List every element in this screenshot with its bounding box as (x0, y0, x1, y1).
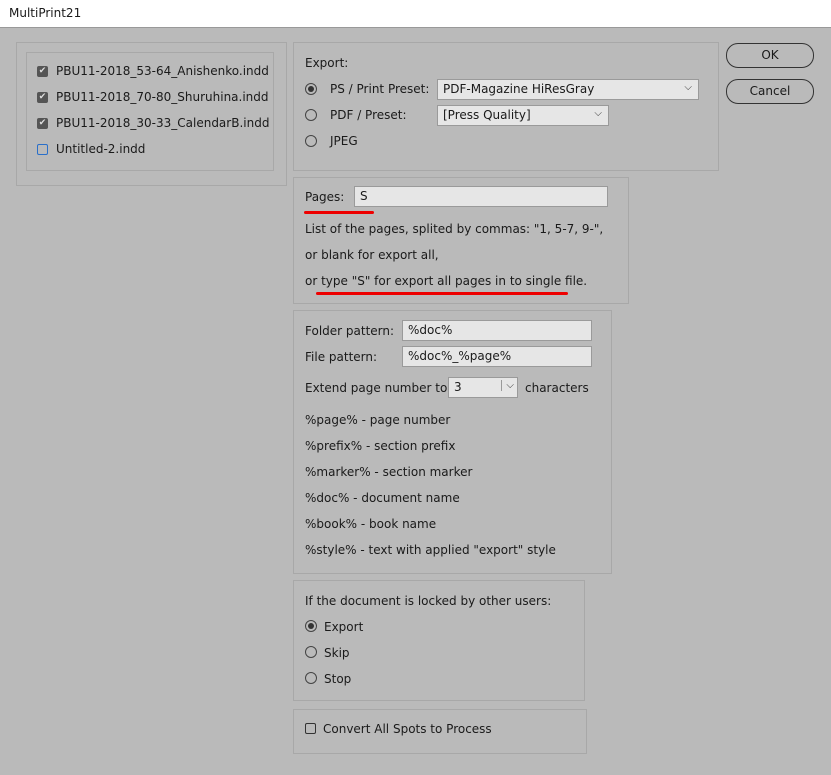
pdf-preset-select[interactable]: [Press Quality] ⌵ (437, 105, 609, 126)
checkbox-checked-icon[interactable]: ✔ (37, 66, 48, 77)
chevron-down-icon: ⌵ (684, 82, 692, 93)
file-pattern-input[interactable]: %doc%_%page% (402, 346, 592, 367)
cancel-button[interactable]: Cancel (726, 79, 814, 104)
pattern-legend-item: %doc% - document name (305, 491, 460, 505)
radio-export-label: Export (324, 620, 364, 634)
pages-label: Pages: (305, 190, 345, 204)
chevron-down-icon: ⌵ (594, 108, 602, 119)
ps-preset-value: PDF-Magazine HiResGray (443, 82, 595, 96)
radio-skip-label: Skip (324, 646, 350, 660)
pattern-legend-item: %page% - page number (305, 413, 451, 427)
extend-label: Extend page number to (305, 381, 448, 395)
extend-select[interactable]: 3 ⌵ (448, 377, 518, 398)
file-pattern-label: File pattern: (305, 350, 378, 364)
convert-spots-label: Convert All Spots to Process (323, 722, 492, 736)
folder-pattern-label: Folder pattern: (305, 324, 395, 338)
pattern-legend-item: %book% - book name (305, 517, 437, 531)
folder-pattern-input[interactable]: %doc% (402, 320, 592, 341)
checkbox-checked-icon[interactable]: ✔ (37, 118, 48, 129)
document-name: PBU11-2018_30-33_CalendarB.indd (56, 116, 270, 130)
radio-ps-print-preset[interactable] (305, 83, 317, 95)
window-title: MultiPrint21 (9, 6, 82, 20)
annotation-underline (304, 211, 374, 214)
extend-suffix: characters (525, 381, 589, 395)
document-name: Untitled-2.indd (56, 142, 146, 156)
ok-button[interactable]: OK (726, 43, 814, 68)
convert-spots-checkbox[interactable] (305, 723, 316, 734)
radio-stop[interactable] (305, 672, 317, 684)
jpeg-label: JPEG (330, 134, 358, 148)
pages-help-text: or (305, 274, 322, 288)
annotation-underline (316, 292, 568, 295)
ps-preset-label: PS / Print Preset: (330, 82, 430, 96)
pages-help-text: List of the pages, splited by commas: "1… (305, 222, 604, 236)
title-bar: MultiPrint21 (0, 0, 831, 28)
radio-export[interactable] (305, 620, 317, 632)
locked-label: If the document is locked by other users… (305, 594, 552, 608)
pages-input[interactable]: S (354, 186, 608, 207)
pages-help-text-highlighted: type "S" for export all pages in to sing… (321, 274, 588, 288)
pattern-legend-item: %style% - text with applied "export" sty… (305, 543, 556, 557)
chevron-down-icon: ⌵ (501, 380, 514, 391)
extend-value: 3 (454, 380, 462, 394)
radio-pdf-preset[interactable] (305, 109, 317, 121)
radio-skip[interactable] (305, 646, 317, 658)
document-name: PBU11-2018_53-64_Anishenko.indd (56, 64, 269, 78)
pdf-preset-value: [Press Quality] (443, 108, 531, 122)
pages-help-text: or blank for export all, (305, 248, 439, 262)
radio-stop-label: Stop (324, 672, 352, 686)
pattern-legend-item: %prefix% - section prefix (305, 439, 456, 453)
pdf-preset-label: PDF / Preset: (330, 108, 407, 122)
export-label: Export: (305, 56, 349, 70)
radio-jpeg[interactable] (305, 135, 317, 147)
document-name: PBU11-2018_70-80_Shuruhina.indd (56, 90, 269, 104)
checkbox-unchecked-icon[interactable] (37, 144, 48, 155)
ps-preset-select[interactable]: PDF-Magazine HiResGray ⌵ (437, 79, 699, 100)
checkbox-checked-icon[interactable]: ✔ (37, 92, 48, 103)
pattern-legend-item: %marker% - section marker (305, 465, 473, 479)
